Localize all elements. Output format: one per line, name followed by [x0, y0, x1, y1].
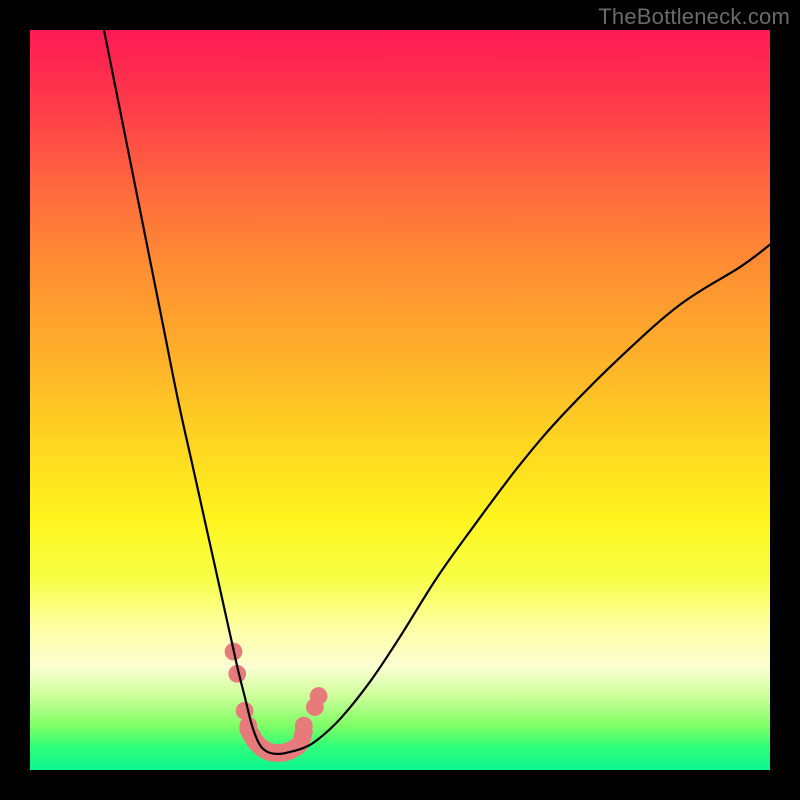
plot-area — [30, 30, 770, 770]
trough-band — [248, 729, 303, 753]
pink-trough-path — [248, 729, 303, 753]
chart-frame: TheBottleneck.com — [0, 0, 800, 800]
watermark-text: TheBottleneck.com — [598, 4, 790, 30]
pink-dot — [295, 717, 313, 735]
marker-dots — [225, 643, 328, 735]
pink-dot — [236, 702, 254, 720]
bottleneck-curve — [104, 30, 770, 754]
chart-svg — [30, 30, 770, 770]
pink-dot — [310, 687, 328, 705]
